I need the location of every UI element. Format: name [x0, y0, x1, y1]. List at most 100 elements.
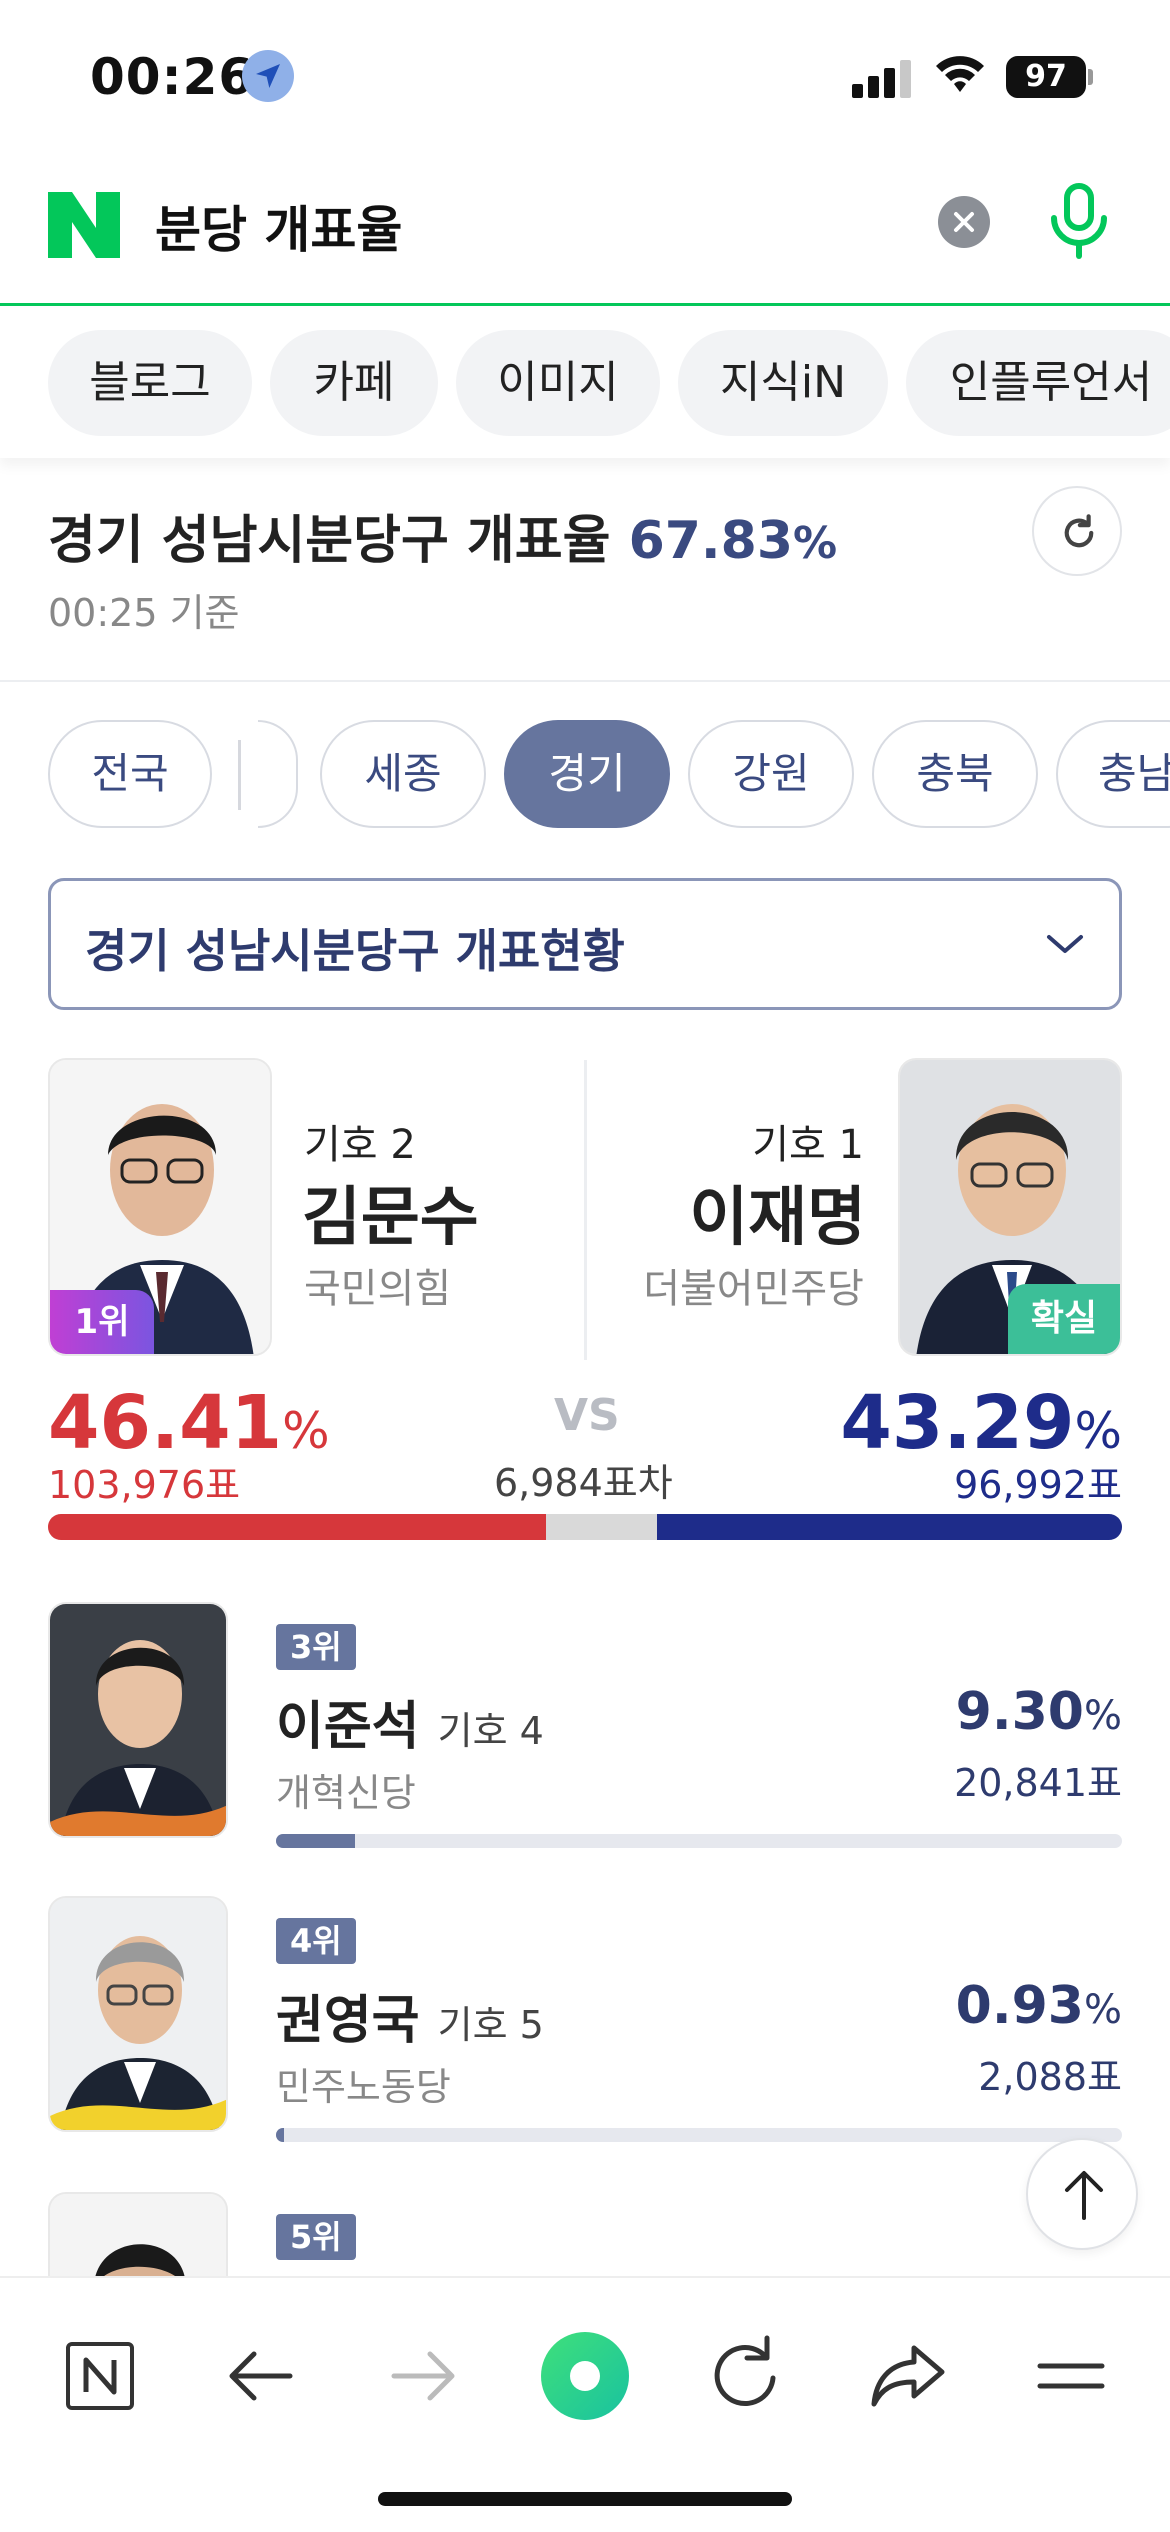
election-title: 경기 성남시분당구 개표율 67.83%: [48, 498, 837, 573]
candidate-photo-kim[interactable]: 1위: [48, 1058, 272, 1356]
percent-4-value: 0.93: [955, 1976, 1084, 2036]
region-national[interactable]: 전국: [48, 720, 212, 828]
region-gangwon[interactable]: 강원: [688, 720, 854, 828]
count-rate-unit: %: [793, 518, 838, 569]
rank-badge-first: 1위: [50, 1290, 154, 1354]
candidate-name-kim[interactable]: 김문수: [302, 1166, 479, 1258]
candidate-party-lee: 더불어민주당: [643, 1266, 864, 1312]
percent-3: 9.30%: [956, 1682, 1122, 1742]
hamburger-menu-icon: [1037, 2363, 1105, 2389]
tab-image[interactable]: 이미지: [456, 330, 660, 436]
naver-n-icon: [66, 2342, 134, 2410]
vote-share-kim: [48, 1514, 546, 1540]
candidate-photo-3[interactable]: [48, 1602, 228, 1838]
green-dot-button[interactable]: [535, 2326, 635, 2426]
vote-share-bar-4: [276, 2128, 1122, 2142]
candidate-name-lee[interactable]: 이재명: [689, 1166, 866, 1258]
region-partial[interactable]: [258, 720, 298, 828]
percent-4: 0.93%: [956, 1976, 1122, 2036]
district-dropdown-label: 경기 성남시분당구 개표현황: [85, 924, 625, 978]
tab-kin[interactable]: 지식iN: [678, 330, 888, 436]
count-rate-value: 67.83: [628, 511, 794, 571]
vote-share-lee: [657, 1514, 1122, 1540]
vs-divider: [584, 1060, 587, 1360]
scroll-to-top-button[interactable]: [1026, 2138, 1138, 2250]
election-title-text: 경기 성남시분당구 개표율: [48, 511, 611, 571]
home-indicator: [378, 2492, 792, 2506]
battery-icon: 97: [1006, 56, 1086, 98]
count-rate: 67.83%: [629, 511, 838, 571]
naver-home-button[interactable]: [50, 2326, 150, 2426]
browser-toolbar: [0, 2276, 1170, 2532]
rank-tag-5: 5위: [276, 2214, 356, 2260]
location-icon: [242, 50, 294, 102]
refresh-button[interactable]: [1032, 486, 1122, 576]
status-time: 00:26: [90, 48, 255, 106]
share-arrow-icon: [871, 2345, 945, 2407]
forward-button[interactable]: [374, 2326, 474, 2426]
votes-4: 2,088표: [978, 2055, 1122, 2099]
votes-3: 20,841표: [954, 1761, 1122, 1805]
vs-label: VS: [554, 1390, 620, 1441]
percent-3-unit: %: [1083, 1693, 1122, 1739]
share-button[interactable]: [858, 2326, 958, 2426]
candidate-name-4-text: 권영국: [276, 1991, 420, 2051]
district-dropdown[interactable]: 경기 성남시분당구 개표현황: [48, 878, 1122, 1010]
region-chungbuk[interactable]: 충북: [872, 720, 1038, 828]
signal-icon: [852, 58, 914, 98]
candidate-number-3: 기호 4: [437, 1709, 544, 1753]
vote-share-bar: [48, 1514, 1122, 1540]
candidate-photo-4[interactable]: [48, 1896, 228, 2132]
candidate-name-4[interactable]: 권영국 기호 5: [276, 1978, 544, 2053]
tab-cafe[interactable]: 카페: [270, 330, 438, 436]
arrow-left-icon: [229, 2351, 293, 2401]
reload-button[interactable]: [695, 2326, 795, 2426]
reload-icon: [714, 2335, 776, 2406]
vote-gap: 6,984표차: [494, 1461, 673, 1505]
votes-kim: 103,976표: [48, 1463, 241, 1507]
candidate-number-kim: 기호 2: [304, 1122, 416, 1168]
vote-share-fill-4: [276, 2128, 284, 2142]
candidate-name-3[interactable]: 이준석 기호 4: [276, 1684, 544, 1759]
update-timestamp: 00:25 기준: [48, 591, 240, 635]
candidate-party-kim: 국민의힘: [304, 1266, 452, 1312]
region-sejong[interactable]: 세종: [320, 720, 486, 828]
clear-search-button[interactable]: [938, 196, 990, 248]
elected-sure-badge: 확실: [1008, 1284, 1120, 1354]
rank-tag-3: 3위: [276, 1624, 356, 1670]
vote-share-fill-3: [276, 1834, 355, 1848]
percent-3-value: 9.30: [955, 1682, 1084, 1742]
microphone-icon[interactable]: [1044, 182, 1114, 262]
battery-tip: [1088, 69, 1093, 85]
percent-4-unit: %: [1083, 1987, 1122, 2033]
region-chungnam[interactable]: 충남: [1056, 720, 1170, 828]
wifi-icon: [936, 56, 984, 92]
candidate-number-lee: 기호 1: [752, 1122, 864, 1168]
region-separator: [238, 740, 241, 810]
chevron-down-icon: [1047, 935, 1083, 953]
person-portrait-icon: [50, 1604, 226, 1836]
status-bar: 00:26 97: [0, 0, 1170, 150]
back-button[interactable]: [210, 2326, 310, 2426]
votes-lee: 96,992표: [954, 1463, 1122, 1507]
search-input[interactable]: 분당 개표율: [155, 190, 402, 262]
candidate-name-3-text: 이준석: [276, 1697, 420, 1757]
percent-kim-unit: %: [282, 1402, 330, 1460]
section-divider: [0, 680, 1170, 682]
search-tabs: 블로그 카페 이미지 지식iN 인플루언서: [0, 308, 1170, 458]
candidate-party-3: 개혁신당: [276, 1771, 416, 1815]
naver-logo-icon[interactable]: [48, 192, 120, 258]
person-portrait-icon: [50, 1898, 226, 2130]
tab-blog[interactable]: 블로그: [48, 330, 252, 436]
candidate-number-4: 기호 5: [437, 2003, 544, 2047]
arrow-right-icon: [391, 2351, 455, 2401]
menu-button[interactable]: [1020, 2326, 1120, 2426]
candidate-photo-lee[interactable]: 확실: [898, 1058, 1122, 1356]
vote-share-bar-3: [276, 1834, 1122, 1848]
candidate-party-4: 민주노동당: [276, 2065, 451, 2109]
region-gyeonggi[interactable]: 경기: [504, 720, 670, 828]
percent-lee-unit: %: [1074, 1402, 1122, 1460]
tab-influencer[interactable]: 인플루언서: [906, 330, 1170, 436]
arrow-up-icon: [1065, 2171, 1103, 2220]
rank-tag-4: 4위: [276, 1918, 356, 1964]
